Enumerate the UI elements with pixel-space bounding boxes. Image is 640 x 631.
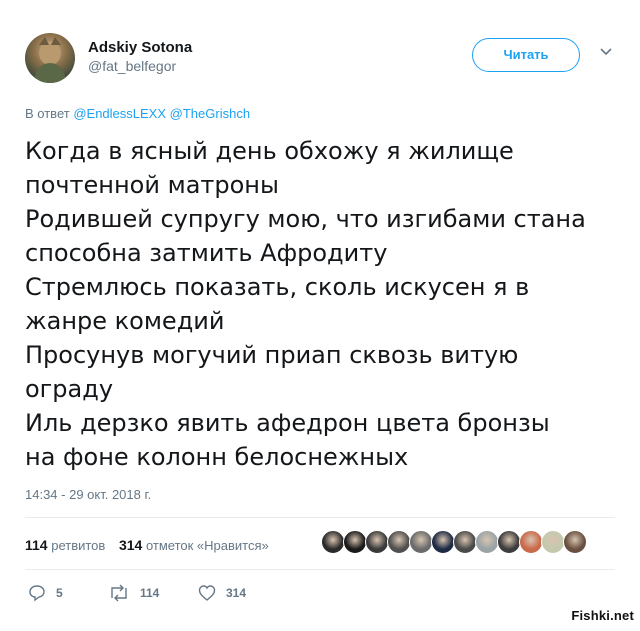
retweet-action[interactable]: 114 [108, 583, 159, 603]
like-count: 314 [226, 586, 247, 600]
user-avatar[interactable] [25, 33, 75, 83]
liker-avatar[interactable] [365, 530, 389, 554]
liker-avatar[interactable] [541, 530, 565, 554]
tweet-text: Когда в ясный день обхожу я жилище почте… [25, 134, 625, 474]
tweet-line: Когда в ясный день обхожу я жилище [25, 137, 514, 165]
liker-avatar[interactable] [343, 530, 367, 554]
liker-avatar[interactable] [387, 530, 411, 554]
tweet-line: ограду [25, 375, 114, 403]
liker-avatar[interactable] [409, 530, 433, 554]
liker-avatar[interactable] [475, 530, 499, 554]
retweet-count: 114 [140, 586, 160, 600]
likes-count[interactable]: 314 [119, 537, 142, 553]
chevron-down-icon[interactable] [600, 45, 612, 57]
liker-avatar[interactable] [563, 530, 587, 554]
retweets-count[interactable]: 114 [25, 537, 48, 553]
watermark: Fishki.net [571, 608, 634, 623]
reply-icon [29, 585, 45, 602]
mention-link[interactable]: @EndlessLEXX [73, 106, 166, 121]
mention-link[interactable]: @TheGrishch [170, 106, 250, 121]
user-handle[interactable]: @fat_belfegor [88, 58, 176, 74]
tweet-line: способна затмить Афродиту [25, 239, 388, 267]
reply-prefix: В ответ [25, 106, 70, 121]
retweet-icon [111, 584, 127, 602]
tweet-line: почтенной матроны [25, 171, 279, 199]
follow-button[interactable]: Читать [472, 38, 580, 72]
liker-avatar[interactable] [453, 530, 477, 554]
divider [25, 517, 615, 518]
tweet-line: Стремлюсь показать, сколь искусен я в [25, 273, 530, 301]
reply-count: 5 [56, 586, 63, 600]
likes-label[interactable]: отметок «Нравится» [146, 538, 269, 553]
liker-avatar[interactable] [519, 530, 543, 554]
liker-avatar[interactable] [321, 530, 345, 554]
tweet-line: на фоне колонн белоснежных [25, 443, 409, 471]
tweet-header: Adskiy Sotona @fat_belfegor Читать [25, 33, 620, 83]
tweet-line: жанре комедий [25, 307, 225, 335]
tweet-line: Родившей супругу мою, что изгибами стана [25, 205, 586, 233]
retweets-label[interactable]: ретвитов [51, 538, 105, 553]
tweet-line: Просунув могучий приап сквозь витую [25, 341, 519, 369]
user-name[interactable]: Adskiy Sotona [88, 39, 192, 56]
tweet-stats: 114 ретвитов 314 отметок «Нравится» [25, 537, 269, 553]
divider [25, 569, 615, 570]
tweet-timestamp[interactable]: 14:34 - 29 окт. 2018 г. [25, 487, 151, 502]
like-action[interactable]: 314 [198, 583, 246, 603]
liker-avatar[interactable] [431, 530, 455, 554]
heart-icon [198, 585, 216, 601]
reply-action[interactable]: 5 [28, 583, 63, 603]
liker-avatar[interactable] [497, 530, 521, 554]
reply-context: В ответ @EndlessLEXX @TheGrishch [25, 106, 250, 121]
tweet-line: Иль дерзко явить афедрон цвета бронзы [25, 409, 550, 437]
